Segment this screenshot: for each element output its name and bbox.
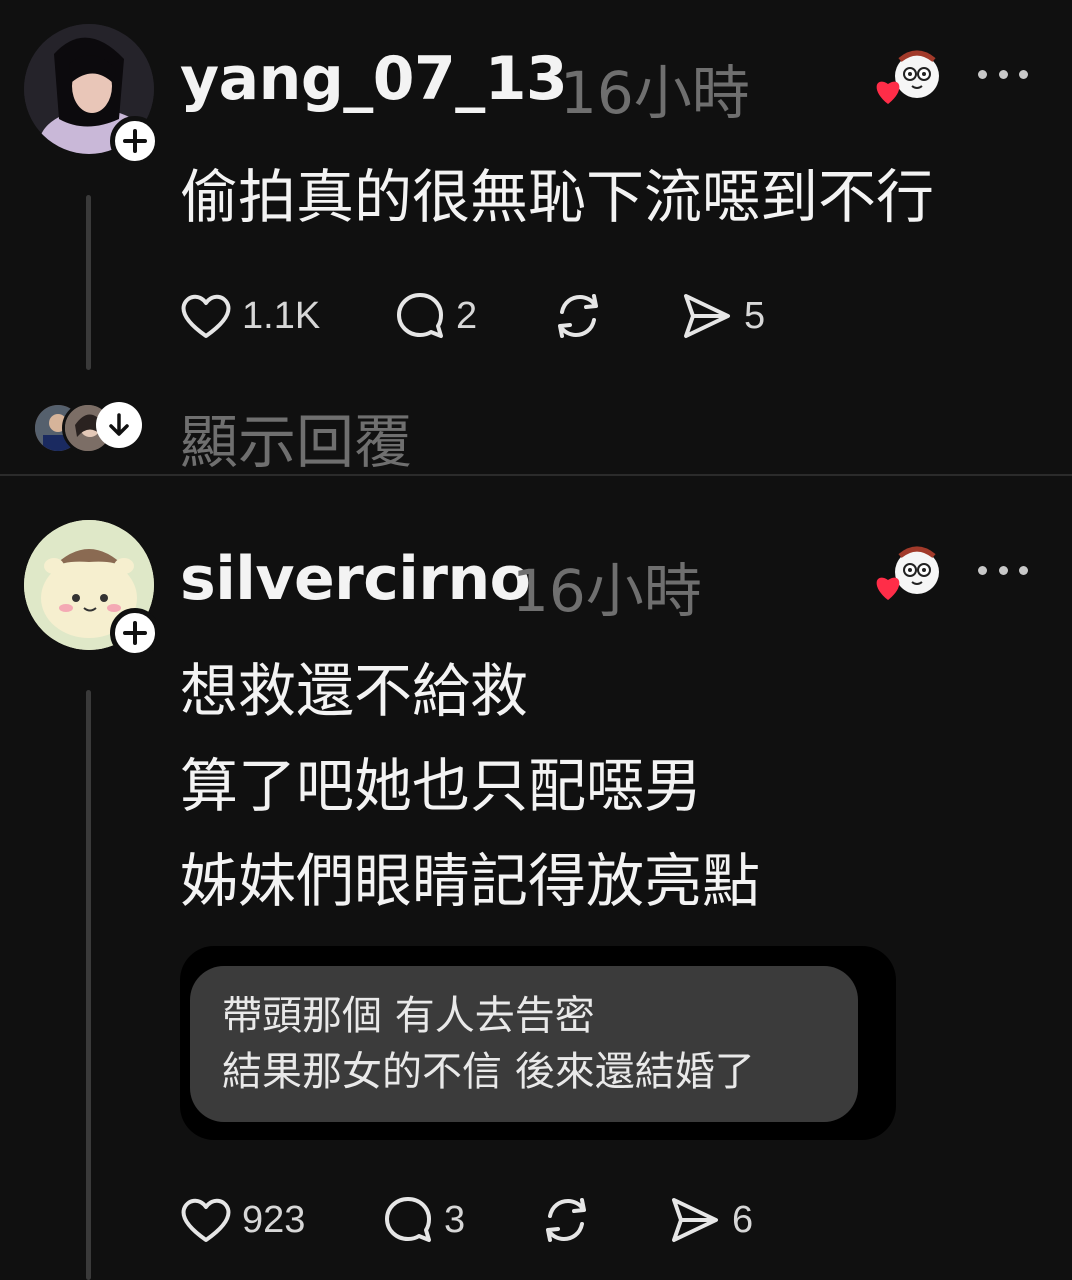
repost-icon — [558, 294, 598, 338]
show-replies-link[interactable]: 顯示回覆 — [180, 395, 412, 479]
thread-line — [86, 690, 91, 1280]
more-icon[interactable] — [978, 560, 1028, 580]
plus-icon — [123, 621, 147, 645]
post-silvercirno: silvercirno 16小時 想救還不給救 算了吧她也只配噁男 姊妹們眼睛記… — [0, 476, 1072, 1280]
share-button[interactable]: 5 — [680, 286, 765, 346]
username[interactable]: silvercirno — [180, 544, 531, 614]
follow-button[interactable] — [110, 608, 160, 658]
quoted-message-line: 結果那女的不信 後來還結婚了 — [222, 1049, 755, 1095]
post-text-line: 算了吧她也只配噁男 — [180, 752, 703, 820]
follow-button[interactable] — [110, 116, 160, 166]
embedded-image[interactable]: 帶頭那個 有人去告密 結果那女的不信 後來還結婚了 — [180, 946, 896, 1140]
post-text: 偷拍真的很無恥下流噁到不行 — [180, 150, 934, 245]
more-icon[interactable] — [978, 64, 1028, 84]
action-bar: 923 3 6 — [180, 1190, 800, 1250]
share-count: 6 — [732, 1198, 754, 1241]
comment-icon — [397, 293, 443, 338]
like-button[interactable]: 1.1K — [180, 286, 320, 346]
expand-replies-button[interactable] — [96, 402, 142, 448]
like-count: 923 — [242, 1198, 306, 1241]
post-time: 16小時 — [512, 557, 702, 625]
send-icon — [672, 1198, 718, 1242]
like-sticker-icon[interactable] — [872, 48, 950, 112]
like-sticker-icon[interactable] — [872, 544, 950, 608]
thread-line — [86, 195, 91, 370]
post-text-line: 偷拍真的很無恥下流噁到不行 — [180, 163, 935, 231]
send-icon — [684, 294, 730, 338]
comment-button[interactable]: 3 — [382, 1190, 465, 1250]
post-time: 16小時 — [560, 59, 750, 127]
quoted-message-line: 帶頭那個 有人去告密 — [222, 993, 595, 1039]
share-count: 5 — [744, 294, 766, 337]
post-text-line: 姊妹們眼睛記得放亮點 — [180, 847, 761, 915]
comment-button[interactable]: 2 — [394, 286, 477, 346]
post-text-line: 想救還不給救 — [180, 657, 529, 725]
post-text: 想救還不給救 算了吧她也只配噁男 姊妹們眼睛記得放亮點 — [180, 644, 760, 929]
action-bar: 1.1K 2 5 — [180, 286, 800, 346]
share-button[interactable]: 6 — [668, 1190, 753, 1250]
repost-icon — [546, 1198, 586, 1242]
comment-count: 2 — [456, 294, 478, 337]
repost-button[interactable] — [552, 286, 604, 346]
comment-icon — [385, 1197, 431, 1242]
repost-button[interactable] — [540, 1190, 592, 1250]
heart-icon — [181, 1198, 231, 1242]
arrow-down-icon — [109, 413, 129, 436]
username[interactable]: yang_07_13 — [180, 44, 568, 114]
post-yang: yang_07_13 16小時 偷拍真的很無恥下流噁到不行 1.1K 2 5 顯… — [0, 0, 1072, 476]
quoted-message-text: 帶頭那個 有人去告密 結果那女的不信 後來還結婚了 — [222, 988, 755, 1100]
heart-icon — [181, 294, 231, 338]
comment-count: 3 — [444, 1198, 466, 1241]
like-count: 1.1K — [242, 294, 321, 337]
like-button[interactable]: 923 — [180, 1190, 305, 1250]
plus-icon — [123, 129, 147, 153]
